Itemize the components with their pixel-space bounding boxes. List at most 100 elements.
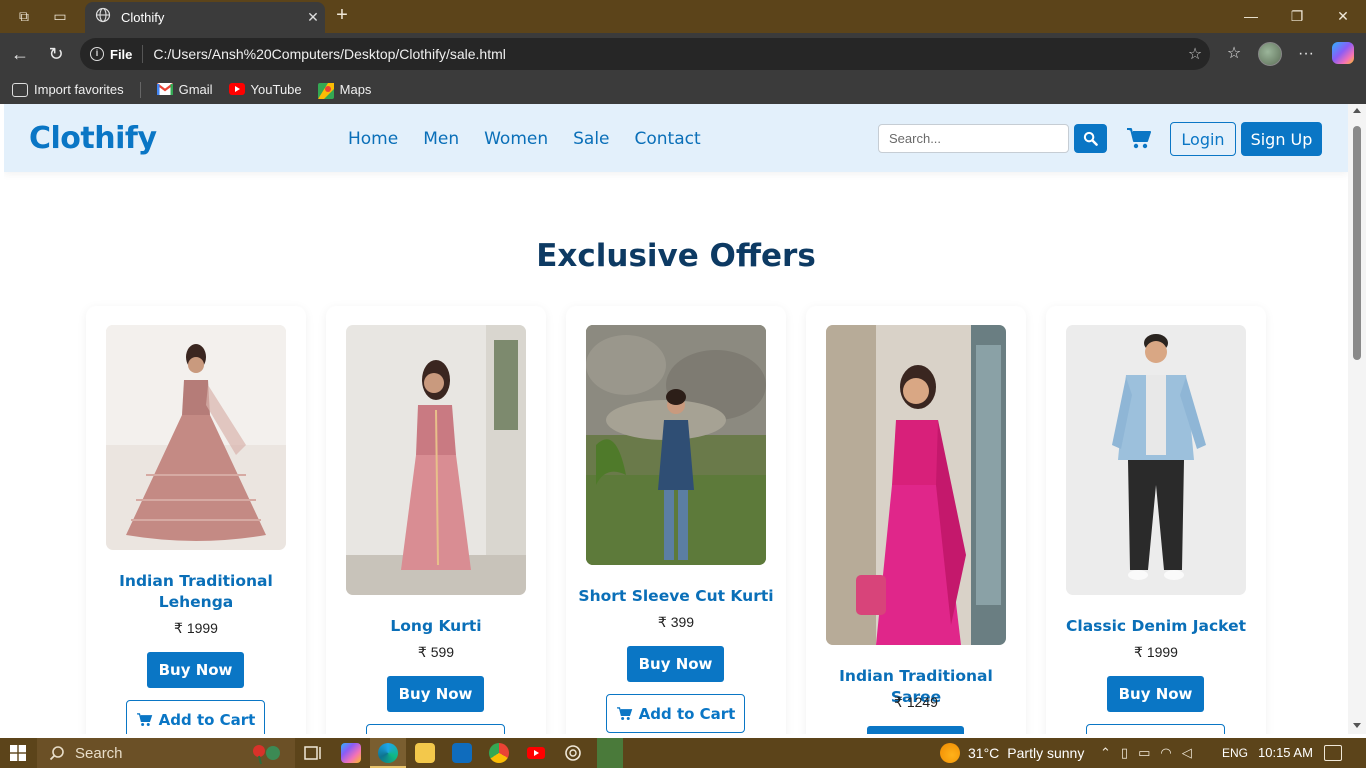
product-card: Long Kurti ₹ 599 Buy Now Add to Cart (326, 306, 546, 734)
wifi-icon[interactable]: ◠ (1160, 745, 1171, 761)
product-image[interactable] (346, 325, 526, 595)
chatgpt-icon[interactable] (563, 743, 583, 763)
buy-now-button[interactable]: Buy Now (147, 652, 244, 688)
bookmark-gmail[interactable]: Gmail (155, 82, 213, 97)
add-to-cart-label: Add to Cart (158, 710, 256, 729)
page-scrollbar[interactable] (1348, 104, 1366, 734)
weather-desc: Partly sunny (1007, 745, 1085, 761)
address-bar[interactable]: i File C:/Users/Ansh%20Computers/Desktop… (80, 38, 1210, 70)
page-viewport: Clothify Home Men Women Sale Contact Log… (4, 104, 1348, 734)
product-name[interactable]: Classic Denim Jacket (1056, 616, 1256, 637)
buy-now-button[interactable]: Buy Now (387, 676, 484, 712)
main-nav: Home Men Women Sale Contact (348, 129, 726, 149)
window-close-icon[interactable]: ✕ (1320, 4, 1366, 28)
site-info-button[interactable]: i File (90, 45, 144, 63)
site-logo[interactable]: Clothify (29, 121, 157, 156)
buy-now-button[interactable]: Buy Now (867, 726, 964, 734)
info-icon: i (90, 47, 104, 61)
bookmark-import-favorites[interactable]: Import favorites (12, 82, 124, 97)
product-name[interactable]: Indian Traditional Lehenga (96, 571, 296, 613)
file-explorer-icon[interactable] (415, 743, 435, 763)
back-icon[interactable]: ← (8, 42, 32, 66)
taskbar-edge-active[interactable] (370, 738, 406, 768)
outlook-icon[interactable] (452, 743, 472, 763)
taskbar: Search 31°C Partly sunny ⌃ ▯ ▭ ◠ ◁ ENG 1… (0, 738, 1366, 768)
volume-icon[interactable]: ◁ (1182, 745, 1192, 761)
product-image[interactable] (106, 325, 286, 550)
device-icon[interactable]: ▯ (1121, 745, 1128, 761)
product-name[interactable]: Long Kurti (336, 616, 536, 637)
product-price: ₹ 1999 (1134, 644, 1178, 660)
minimize-icon[interactable]: — (1228, 4, 1274, 28)
section-title: Exclusive Offers (536, 238, 816, 274)
scrollbar-thumb[interactable] (1353, 126, 1361, 360)
restore-icon[interactable]: ❐ (1274, 4, 1320, 28)
workspaces-icon[interactable]: ⧉ (14, 6, 34, 26)
search-button[interactable] (1074, 124, 1107, 153)
product-image[interactable] (826, 325, 1006, 645)
edge-icon (378, 743, 398, 763)
favorite-star-icon[interactable]: ☆ (1180, 44, 1210, 64)
nav-contact[interactable]: Contact (635, 129, 701, 149)
url-text[interactable]: C:/Users/Ansh%20Computers/Desktop/Clothi… (153, 46, 1180, 62)
weather-widget[interactable]: 31°C Partly sunny (940, 743, 1084, 763)
nav-women[interactable]: Women (484, 129, 548, 149)
youtube-app-icon[interactable] (526, 743, 546, 763)
add-to-cart-button[interactable]: Add to Cart (366, 724, 505, 734)
product-card: Classic Denim Jacket ₹ 1999 Buy Now Add … (1046, 306, 1266, 734)
nav-home[interactable]: Home (348, 129, 398, 149)
product-price: ₹ 1999 (174, 620, 218, 636)
vertical-tabs-icon[interactable]: ▭ (50, 6, 70, 26)
more-menu-icon[interactable]: ··· (1294, 42, 1318, 66)
chrome-icon[interactable] (489, 743, 509, 763)
add-to-cart-button[interactable]: Add to Cart (1086, 724, 1225, 734)
youtube-icon (228, 82, 245, 97)
product-card: Indian Traditional Saree ₹ 1249 Buy Now (806, 306, 1026, 734)
copilot-icon[interactable] (1332, 42, 1354, 64)
favorites-icon[interactable]: ☆ (1222, 42, 1246, 66)
buy-now-button[interactable]: Buy Now (627, 646, 724, 682)
nav-sale[interactable]: Sale (573, 129, 609, 149)
notification-icon[interactable] (1324, 745, 1342, 761)
browser-tab[interactable]: Clothify ✕ (85, 2, 325, 33)
bookmark-youtube[interactable]: YouTube (228, 82, 302, 97)
bookmark-maps[interactable]: Maps (317, 82, 372, 99)
product-image[interactable] (1066, 325, 1246, 595)
scroll-up-icon[interactable] (1353, 108, 1361, 113)
task-view-icon[interactable] (303, 743, 323, 763)
clock[interactable]: 10:15 AM (1258, 745, 1313, 760)
close-tab-icon[interactable]: ✕ (301, 9, 325, 26)
profile-avatar[interactable] (1258, 42, 1282, 66)
battery-icon[interactable]: ▭ (1138, 745, 1150, 761)
import-icon (12, 82, 28, 97)
product-price: ₹ 399 (657, 614, 695, 630)
language-indicator[interactable]: ENG (1222, 746, 1248, 760)
maps-icon (317, 82, 334, 99)
bookmark-label: Maps (339, 82, 372, 97)
search-input[interactable] (878, 124, 1069, 153)
taskbar-search-text: Search (75, 744, 123, 762)
signup-button[interactable]: Sign Up (1241, 122, 1322, 156)
scroll-down-icon[interactable] (1353, 723, 1361, 728)
buy-now-button[interactable]: Buy Now (1107, 676, 1204, 712)
add-to-cart-button[interactable]: Add to Cart (606, 694, 745, 733)
nav-men[interactable]: Men (423, 129, 459, 149)
chevron-up-icon[interactable]: ⌃ (1100, 745, 1111, 761)
login-button[interactable]: Login (1170, 122, 1236, 156)
terminal-app-icon[interactable] (597, 738, 623, 768)
search-icon (1083, 131, 1098, 146)
new-tab-icon[interactable]: + (330, 4, 354, 28)
copilot-app-icon[interactable] (341, 743, 361, 763)
cart-icon[interactable] (1126, 126, 1152, 150)
taskbar-search[interactable]: Search (37, 738, 295, 768)
product-card: Short Sleeve Cut Kurti ₹ 399 Buy Now Add… (566, 306, 786, 734)
cart-icon (616, 707, 632, 720)
weather-temp: 31°C (968, 745, 1000, 761)
product-image[interactable] (586, 325, 766, 565)
product-price: ₹ 1249 (894, 694, 938, 710)
refresh-icon[interactable]: ↻ (44, 42, 68, 66)
windows-start-icon[interactable] (10, 745, 26, 761)
add-to-cart-button[interactable]: Add to Cart (126, 700, 265, 734)
bookmark-label: Import favorites (34, 82, 124, 97)
product-name[interactable]: Short Sleeve Cut Kurti (576, 586, 776, 607)
